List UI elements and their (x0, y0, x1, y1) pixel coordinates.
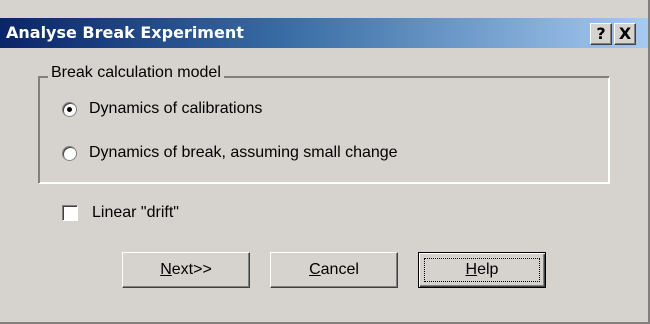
dialog-window: Analyse Break Experiment ? X Break calcu… (0, 0, 650, 324)
radio-dynamics-break[interactable]: Dynamics of break, assuming small change (62, 144, 398, 162)
radio-selected-icon[interactable] (62, 101, 77, 117)
window-title: Analyse Break Experiment (6, 23, 244, 42)
title-bar[interactable]: Analyse Break Experiment ? X (0, 18, 648, 48)
question-icon: ? (596, 24, 606, 43)
group-label: Break calculation model (48, 64, 224, 82)
close-button[interactable]: X (614, 23, 636, 45)
checkbox-label: Linear "drift" (92, 204, 179, 221)
focus-rectangle (424, 258, 540, 282)
radio-dynamics-calibrations[interactable]: Dynamics of calibrations (62, 100, 262, 118)
radio-unselected-icon[interactable] (62, 145, 77, 161)
linear-drift-checkbox-row[interactable]: Linear "drift" (62, 204, 179, 222)
help-button[interactable]: Help (418, 252, 546, 288)
radio-label: Dynamics of calibrations (89, 100, 263, 117)
break-model-groupbox (38, 76, 610, 184)
radio-label: Dynamics of break, assuming small change (89, 144, 398, 161)
next-button[interactable]: Next>> (122, 252, 250, 288)
cancel-button[interactable]: Cancel (270, 252, 398, 288)
help-title-button[interactable]: ? (590, 23, 612, 45)
close-icon: X (618, 24, 632, 43)
checkbox-icon[interactable] (62, 205, 78, 221)
